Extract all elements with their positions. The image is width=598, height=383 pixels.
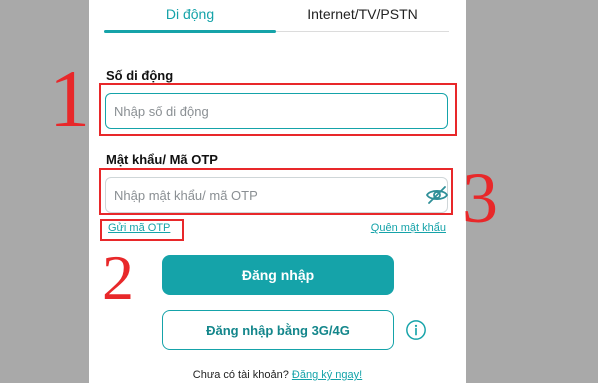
active-tab-indicator <box>104 30 276 33</box>
login-3g-4g-button[interactable]: Đăng nhập bằng 3G/4G <box>162 310 394 350</box>
signup-link[interactable]: Đăng ký ngay! <box>292 369 362 381</box>
tab-mobile[interactable]: Di động <box>104 6 276 28</box>
annotation-box-otp <box>100 219 184 241</box>
annotation-number-1: 1 <box>49 53 90 144</box>
signup-row: Chưa có tài khoản? Đăng ký ngay! <box>89 369 466 381</box>
info-circle-icon[interactable] <box>405 319 427 341</box>
forgot-password-link[interactable]: Quên mật khẩu <box>371 222 446 234</box>
password-label: Mật khẩu/ Mã OTP <box>106 152 218 167</box>
annotation-box-phone <box>99 83 457 136</box>
phone-label: Số di động <box>106 68 174 83</box>
annotation-number-2: 2 <box>102 242 134 313</box>
tab-bar: Di động Internet/TV/PSTN <box>104 0 449 34</box>
annotation-number-3: 3 <box>462 158 498 238</box>
tab-divider <box>276 31 449 32</box>
signup-prompt: Chưa có tài khoản? <box>192 369 289 381</box>
annotation-box-password <box>99 168 453 215</box>
tab-internet-tv-pstn[interactable]: Internet/TV/PSTN <box>276 6 449 28</box>
login-button[interactable]: Đăng nhập <box>162 255 394 295</box>
